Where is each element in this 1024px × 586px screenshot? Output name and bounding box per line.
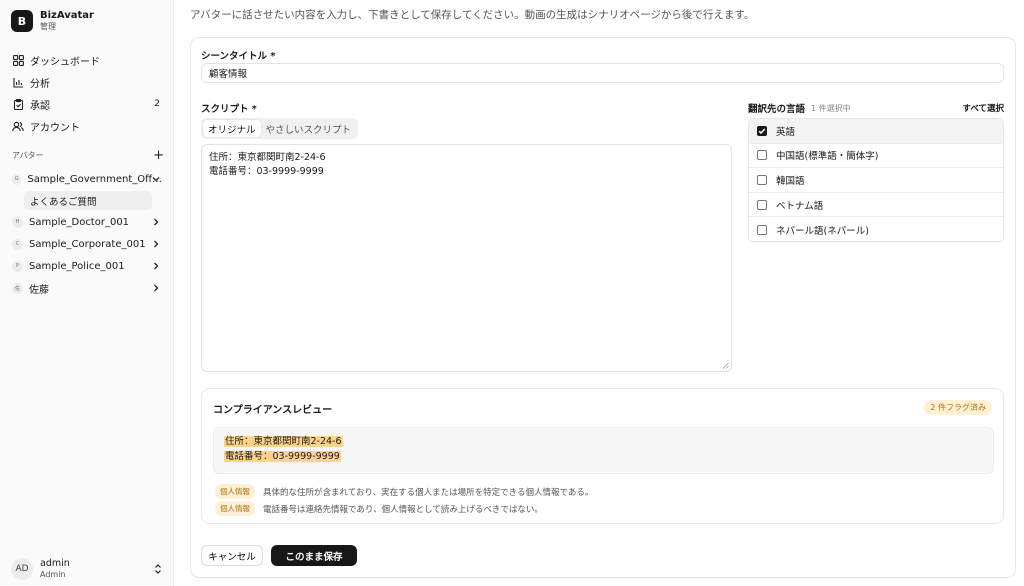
avatar-item-sato[interactable]: 佐 佐藤 bbox=[6, 277, 168, 299]
select-all-button[interactable]: すべて選択 bbox=[962, 102, 1004, 114]
highlighted-script-box: 住所：東京都関町南2-24-6 電話番号：03-9999-9999 bbox=[213, 427, 994, 474]
nav-label: 承認 bbox=[30, 100, 50, 112]
language-label: ネパール語(ネパール) bbox=[776, 225, 869, 237]
language-label: 英語 bbox=[776, 126, 796, 138]
avatar-item-police[interactable]: P Sample_Police_001 bbox=[6, 255, 168, 277]
avatar-badge: C bbox=[12, 238, 23, 250]
language-label: 中国語(標準語・簡体字) bbox=[776, 151, 879, 163]
avatar-badge: H bbox=[12, 216, 23, 228]
avatar-label: 佐藤 bbox=[29, 284, 49, 296]
page-description: アバターに話させたい内容を入力し、下書きとして保存してください。動画の生成はシナ… bbox=[190, 9, 755, 21]
avatar-label: Sample_Government_Off… bbox=[27, 173, 162, 185]
language-label: ベトナム語 bbox=[776, 200, 824, 212]
avatar-label: Sample_Police_001 bbox=[29, 260, 125, 272]
nav-item-dashboard[interactable]: ダッシュボード bbox=[6, 49, 168, 71]
nav-item-analytics[interactable]: 分析 bbox=[6, 71, 168, 93]
resize-handle-icon[interactable] bbox=[722, 362, 729, 369]
avatar: AD bbox=[11, 558, 33, 580]
script-textarea[interactable]: 住所：東京都関町南2-24-6 電話番号：03-9999-9999 bbox=[201, 144, 732, 372]
script-label: スクリプト * bbox=[201, 104, 257, 115]
avatar-badge: G bbox=[12, 173, 22, 185]
user-role: Admin bbox=[40, 570, 66, 579]
language-item-chinese[interactable]: 中国語(標準語・簡体字) bbox=[749, 144, 1003, 169]
nav-item-approval[interactable]: 承認 2 bbox=[6, 93, 168, 115]
languages-selected-count: 1 件選択中 bbox=[811, 103, 851, 113]
scene-title-input[interactable]: 顧客情報 bbox=[201, 63, 1004, 83]
language-label: 韓国語 bbox=[776, 175, 805, 187]
checkbox[interactable] bbox=[757, 174, 767, 185]
highlighted-text: 住所：東京都関町南2-24-6 bbox=[224, 436, 343, 447]
nav-label: 分析 bbox=[30, 78, 50, 90]
avatar-label: Sample_Doctor_001 bbox=[29, 216, 130, 228]
sidebar: B BizAvatar 管理 ダッシュボード 分析 承認 2 アカウント アバタ… bbox=[0, 0, 174, 586]
avatar-item-doctor[interactable]: H Sample_Doctor_001 bbox=[6, 211, 168, 233]
script-line: 電話番号：03-9999-9999 bbox=[209, 166, 324, 177]
avatar-badge: 佐 bbox=[12, 282, 23, 294]
checkbox[interactable] bbox=[757, 150, 767, 161]
user-name: admin bbox=[40, 558, 70, 569]
tab-easy-script[interactable]: やさしいスクリプト bbox=[261, 120, 357, 137]
tab-original[interactable]: オリジナル bbox=[203, 120, 261, 137]
main-nav: ダッシュボード 分析 承認 2 アカウント bbox=[6, 49, 168, 137]
approval-count-badge: 2 bbox=[154, 99, 160, 109]
chevron-right-icon[interactable] bbox=[150, 216, 162, 228]
flag-count-badge: 2 件フラグ済み bbox=[924, 400, 992, 415]
user-menu[interactable]: AD admin Admin bbox=[11, 558, 167, 580]
language-list: 英語 中国語(標準語・簡体字) 韓国語 ベトナム語 ネパール語(ネパール) bbox=[748, 118, 1004, 242]
avatar-subitem-faq[interactable]: よくあるご質問 bbox=[24, 191, 152, 210]
add-avatar-plus-icon[interactable]: + bbox=[153, 149, 164, 162]
compliance-review-panel: コンプライアンスレビュー 2 件フラグ済み 住所：東京都関町南2-24-6 電話… bbox=[201, 388, 1004, 524]
highlighted-text: 電話番号：03-9999-9999 bbox=[224, 451, 341, 462]
flag-tag: 個人情報 bbox=[215, 501, 255, 516]
dashboard-icon bbox=[12, 54, 24, 66]
flag-item: 個人情報 電話番号は連絡先情報であり、個人情報として読み上げるべきではない。 bbox=[215, 501, 543, 516]
brand-name: BizAvatar bbox=[40, 10, 94, 21]
nav-item-account[interactable]: アカウント bbox=[6, 115, 168, 137]
cancel-button[interactable]: キャンセル bbox=[201, 545, 263, 566]
language-item-vietnamese[interactable]: ベトナム語 bbox=[749, 193, 1003, 218]
check-icon bbox=[758, 128, 766, 134]
checkbox-checked[interactable] bbox=[757, 125, 767, 136]
clipboard-check-icon bbox=[12, 98, 24, 110]
script-tabs: オリジナル やさしいスクリプト bbox=[201, 118, 359, 139]
brand[interactable]: B BizAvatar 管理 bbox=[11, 10, 94, 32]
language-item-nepali[interactable]: ネパール語(ネパール) bbox=[749, 217, 1003, 241]
chevron-right-icon[interactable] bbox=[150, 238, 162, 250]
avatar-item-corporate[interactable]: C Sample_Corporate_001 bbox=[6, 233, 168, 255]
avatars-section-header: アバター + bbox=[12, 149, 164, 162]
languages-title: 翻訳先の言語 bbox=[748, 104, 806, 115]
avatar-item-government[interactable]: G Sample_Government_Off… bbox=[6, 168, 168, 190]
save-as-is-button[interactable]: このまま保存 bbox=[271, 545, 357, 566]
checkbox[interactable] bbox=[757, 224, 767, 235]
avatar-badge: P bbox=[12, 260, 23, 272]
users-icon bbox=[12, 120, 24, 132]
avatar-list: G Sample_Government_Off… よくあるご質問 H Sampl… bbox=[6, 168, 168, 299]
avatars-section-title: アバター bbox=[12, 151, 44, 160]
checkbox[interactable] bbox=[757, 199, 767, 210]
flag-item: 個人情報 具体的な住所が含まれており、実在する個人または場所を特定できる個人情報… bbox=[215, 484, 593, 499]
flag-text: 具体的な住所が含まれており、実在する個人または場所を特定できる個人情報である。 bbox=[263, 487, 594, 498]
flag-tag: 個人情報 bbox=[215, 484, 255, 499]
language-item-english[interactable]: 英語 bbox=[749, 119, 1003, 144]
nav-label: ダッシュボード bbox=[30, 56, 100, 68]
language-item-korean[interactable]: 韓国語 bbox=[749, 168, 1003, 193]
script-line: 住所：東京都関町南2-24-6 bbox=[209, 152, 326, 163]
chevron-right-icon[interactable] bbox=[150, 260, 162, 272]
brand-logo: B bbox=[11, 10, 33, 32]
scene-title-label: シーンタイトル * bbox=[201, 51, 276, 62]
flag-text: 電話番号は連絡先情報であり、個人情報として読み上げるべきではない。 bbox=[263, 504, 543, 515]
nav-label: アカウント bbox=[30, 122, 80, 134]
avatar-label: Sample_Corporate_001 bbox=[29, 238, 146, 250]
bar-chart-icon bbox=[12, 76, 24, 88]
compliance-review-title: コンプライアンスレビュー bbox=[213, 405, 333, 416]
chevrons-up-down-icon[interactable] bbox=[153, 563, 163, 575]
chevron-down-icon[interactable] bbox=[150, 173, 162, 185]
brand-subtitle: 管理 bbox=[40, 22, 56, 31]
chevron-right-icon[interactable] bbox=[150, 282, 162, 294]
languages-header: 翻訳先の言語 1 件選択中 すべて選択 bbox=[748, 101, 1004, 116]
